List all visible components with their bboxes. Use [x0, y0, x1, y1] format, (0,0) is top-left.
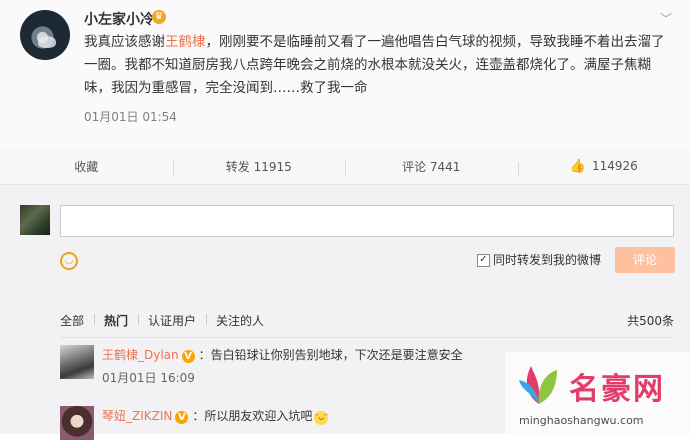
laughing-emoji-icon: ᵔᴗᵔ	[314, 411, 328, 425]
crown-badge-icon: ♛	[152, 10, 166, 24]
verified-badge-icon: V	[175, 411, 188, 424]
emoji-icon[interactable]: ◡	[60, 252, 78, 270]
thumbs-up-icon: 👍	[570, 159, 586, 174]
submit-comment-button[interactable]: 评论	[615, 247, 675, 273]
chevron-down-icon[interactable]: ﹀	[660, 10, 672, 27]
author-name[interactable]: 小左家小冷	[84, 9, 154, 29]
filter-tab-all[interactable]: 全部	[60, 312, 94, 329]
commenter-avatar[interactable]	[60, 345, 94, 379]
post-mention-link[interactable]: 王鹤棣	[165, 34, 206, 50]
comment-text: ：告白铅球让你别告别地球，下次还是要注意安全	[199, 348, 463, 362]
watermark-title: 名豪网	[569, 364, 665, 408]
commenter-name[interactable]: 王鹤棣_Dylan	[102, 348, 179, 362]
like-count: 114926	[592, 159, 638, 173]
favorite-label: 收藏	[74, 158, 98, 175]
comment-timestamp: 01月01日 16:09	[102, 369, 195, 386]
repost-button[interactable]: 转发 11915	[173, 158, 346, 175]
action-bar: 收藏 转发 11915 评论 7441 👍 114926	[0, 148, 690, 185]
filter-tab-following[interactable]: 关注的人	[206, 312, 274, 329]
weibo-post: 小左家小冷 ♛ ﹀ 我真应该感谢王鹤棣，刚刚要不是临睡前又看了一遍他唱告白气球的…	[0, 0, 690, 149]
comment-text: ：所以朋友欢迎入坑吧	[192, 409, 312, 423]
leaf-logo-icon	[517, 360, 561, 406]
comment-total-count: 共500条	[627, 312, 674, 329]
comment-input[interactable]	[60, 205, 674, 237]
comment-count-label: 评论 7441	[402, 158, 460, 175]
watermark-url: minghaoshangwu.com	[519, 414, 644, 427]
repost-checkbox-label: 同时转发到我的微博	[493, 251, 601, 268]
post-text: 我真应该感谢王鹤棣，刚刚要不是临睡前又看了一遍他唱告白气球的视频，导致我睡不着出…	[84, 31, 668, 100]
post-text-before: 我真应该感谢	[84, 34, 165, 50]
current-user-avatar	[20, 205, 50, 235]
comment-button[interactable]: 评论 7441	[345, 158, 518, 175]
repost-label: 转发 11915	[226, 158, 292, 175]
favorite-button[interactable]: 收藏	[0, 158, 173, 175]
verified-badge-icon: V	[182, 350, 195, 363]
like-button[interactable]: 👍 114926	[518, 159, 690, 174]
watermark: 名豪网 minghaoshangwu.com	[505, 352, 690, 434]
author-avatar[interactable]	[20, 10, 70, 60]
comment-line: 王鹤棣_DylanV ：告白铅球让你别告别地球，下次还是要注意安全	[102, 346, 463, 363]
filter-tab-verified[interactable]: 认证用户	[138, 312, 206, 329]
comment-line: 琴妞_ZIKZINV ：所以朋友欢迎入坑吧ᵔᴗᵔ	[102, 407, 328, 425]
repost-checkbox[interactable]: ✓	[477, 254, 490, 267]
comment-filter-bar: 全部 热门 认证用户 关注的人 共500条	[60, 303, 674, 338]
filter-tab-hot[interactable]: 热门	[94, 312, 138, 329]
post-timestamp[interactable]: 01月01日 01:54	[84, 108, 177, 125]
commenter-name[interactable]: 琴妞_ZIKZIN	[102, 409, 172, 423]
commenter-avatar[interactable]	[60, 406, 94, 440]
